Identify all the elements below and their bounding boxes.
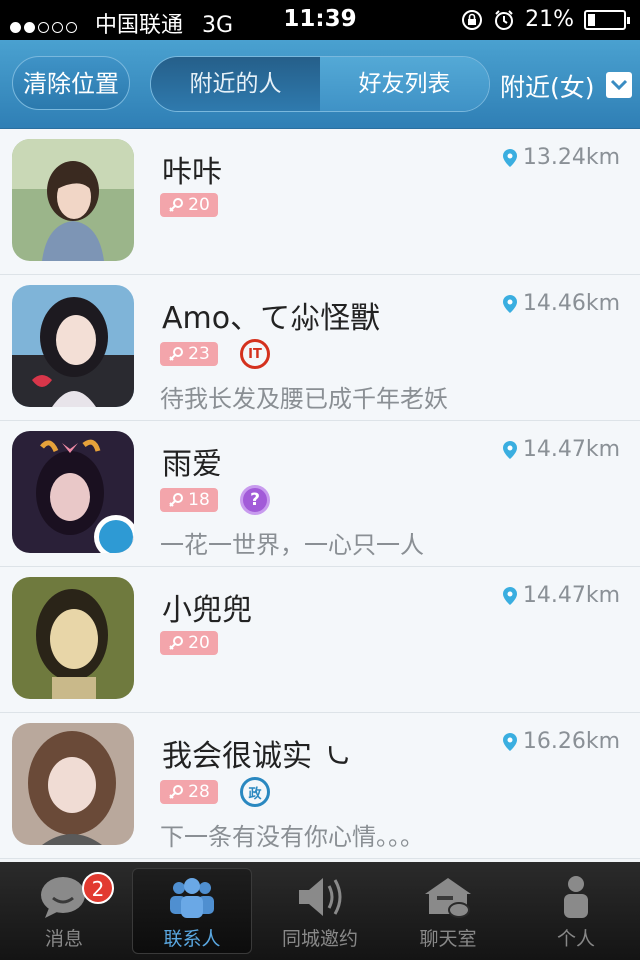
age-value: 20 — [188, 633, 210, 653]
person-name: 小兜兜 — [162, 593, 252, 628]
it-industry-icon: IT — [240, 339, 270, 369]
location-pin-icon — [502, 294, 517, 313]
tab-chatroom[interactable]: 聊天室 — [384, 862, 512, 960]
signature: 一花一世界，一心只一人 — [160, 531, 424, 559]
age-badge: 18 — [160, 488, 218, 512]
distance: 14.47km — [502, 437, 620, 462]
distance: 13.24km — [502, 145, 620, 170]
female-symbol-icon — [169, 198, 184, 212]
location-pin-icon — [502, 586, 517, 605]
battery-percent: 21% — [525, 7, 574, 32]
badges: 20 — [160, 193, 218, 217]
list-item[interactable]: 雨爱 14.47km 18 ? 一花一世界，一心只一人 — [0, 421, 640, 567]
bottom-tab-bar: 2 消息 联系人 同城邀约 聊天室 个人 — [0, 862, 640, 960]
age-value: 18 — [188, 490, 210, 510]
tab-friend-list[interactable]: 好友列表 — [320, 57, 489, 111]
rotation-lock-icon — [462, 9, 483, 30]
distance: 14.47km — [502, 583, 620, 608]
list-item[interactable]: 咔咔 13.24km 20 — [0, 129, 640, 275]
distance: 14.46km — [502, 291, 620, 316]
list-item[interactable]: 我会很诚实 ㇃ 16.26km 28 政 下一条有没有你心情。。。 — [0, 713, 640, 859]
tab-contacts[interactable]: 联系人 — [128, 862, 256, 960]
segmented-control: 附近的人 好友列表 — [150, 56, 490, 112]
tab-profile[interactable]: 个人 — [512, 862, 640, 960]
tab-city-invite[interactable]: 同城邀约 — [256, 862, 384, 960]
age-badge: 23 — [160, 342, 218, 366]
distance-value: 13.24km — [522, 145, 620, 170]
person-name: Amo、て尛怪獸 — [162, 301, 381, 336]
tab-label: 同城邀约 — [281, 928, 358, 950]
unread-count-badge: 2 — [82, 872, 114, 904]
tab-label: 消息 — [44, 928, 83, 950]
gender-filter-dropdown[interactable]: 附近(女) — [500, 68, 632, 104]
chat-bubble-icon — [41, 877, 85, 918]
battery-icon — [584, 9, 630, 30]
badges: 18 ? — [160, 485, 270, 515]
female-symbol-icon — [169, 493, 184, 507]
clear-location-button[interactable]: 清除位置 — [12, 56, 130, 110]
list-item[interactable]: 小兜兜 14.47km 20 — [0, 567, 640, 713]
person-name: 雨爱 — [162, 447, 222, 482]
badges: 23 IT — [160, 339, 270, 369]
distance: 16.26km — [502, 729, 620, 754]
distance-value: 14.46km — [522, 291, 620, 316]
header-bar: 清除位置 附近的人 好友列表 附近(女) — [0, 40, 640, 129]
government-icon: 政 — [240, 777, 270, 807]
age-badge: 20 — [160, 193, 218, 217]
chevron-down-icon[interactable] — [606, 72, 632, 98]
nearby-people-list: 咔咔 13.24km 20 Amo、て尛怪獸 14.46km 23 IT 待我长… — [0, 129, 640, 859]
chatroom-house-icon — [425, 878, 471, 918]
badges: 20 — [160, 631, 218, 655]
tab-nearby-people[interactable]: 附近的人 — [151, 57, 320, 111]
avatar[interactable] — [12, 431, 134, 553]
location-pin-icon — [502, 148, 517, 167]
status-bar: 中国联通 3G 11:39 21% — [0, 0, 640, 40]
list-item[interactable]: Amo、て尛怪獸 14.46km 23 IT 待我长发及腰已成千年老妖 — [0, 275, 640, 421]
signature: 待我长发及腰已成千年老妖 — [160, 385, 448, 413]
location-pin-icon — [502, 440, 517, 459]
question-mark-icon: ? — [240, 485, 270, 515]
location-pin-icon — [502, 732, 517, 751]
avatar[interactable] — [12, 577, 134, 699]
filter-label: 附近(女) — [500, 73, 595, 102]
avatar[interactable] — [12, 139, 134, 261]
alarm-icon — [495, 9, 514, 30]
signature: 下一条有没有你心情。。。 — [160, 823, 424, 851]
person-name: 咔咔 — [162, 155, 222, 190]
avatar[interactable] — [12, 285, 134, 407]
tab-label: 聊天室 — [419, 928, 477, 950]
age-badge: 28 — [160, 780, 218, 804]
age-badge: 20 — [160, 631, 218, 655]
status-right: 21% — [461, 7, 630, 32]
badges: 28 政 — [160, 777, 270, 807]
person-icon — [564, 876, 588, 918]
tab-label: 联系人 — [163, 928, 221, 950]
age-value: 28 — [188, 782, 210, 802]
avatar[interactable] — [12, 723, 134, 845]
age-value: 20 — [188, 195, 210, 215]
age-value: 23 — [188, 344, 210, 364]
person-name: 我会很诚实 ㇃ — [162, 739, 352, 774]
tab-messages[interactable]: 2 消息 — [0, 862, 128, 960]
distance-value: 14.47km — [522, 437, 620, 462]
distance-value: 16.26km — [522, 729, 620, 754]
megaphone-icon — [299, 878, 342, 916]
distance-value: 14.47km — [522, 583, 620, 608]
female-symbol-icon — [169, 785, 184, 799]
female-symbol-icon — [169, 347, 184, 361]
tab-label: 个人 — [556, 928, 595, 950]
female-symbol-icon — [169, 636, 184, 650]
contacts-icon — [170, 878, 214, 918]
